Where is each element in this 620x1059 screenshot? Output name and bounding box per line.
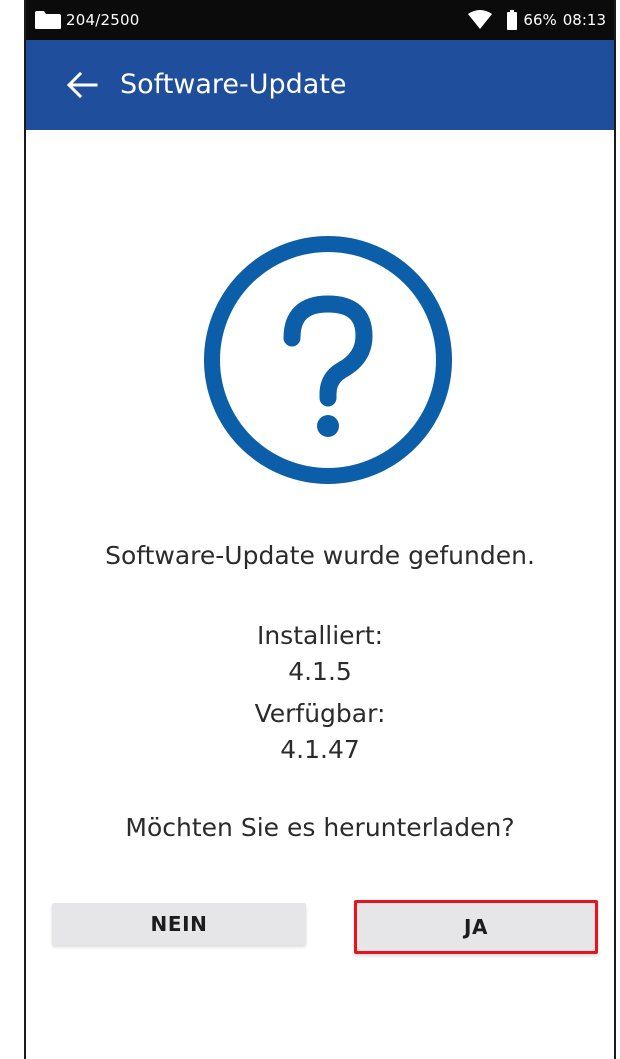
wifi-icon — [468, 10, 493, 29]
question-mark-circle-icon — [204, 236, 452, 484]
device-screen: 204/2500 66% 08:13 Software-Update Softw… — [24, 0, 616, 1059]
status-right: 66% 08:13 — [467, 9, 606, 31]
status-left: 204/2500 — [34, 9, 139, 31]
app-bar: Software-Update — [26, 40, 614, 130]
installed-label: Installiert: — [256, 621, 384, 650]
battery-icon — [507, 10, 518, 30]
yes-button[interactable]: JA — [354, 900, 598, 954]
no-button[interactable]: NEIN — [52, 903, 306, 945]
page-title: Software-Update — [120, 69, 347, 100]
storage-counter: 204/2500 — [66, 11, 140, 29]
battery-percent: 66% — [523, 11, 557, 29]
update-found-message: Software-Update wurde gefunden. — [105, 541, 535, 570]
status-bar: 204/2500 66% 08:13 — [26, 0, 614, 40]
download-prompt: Möchten Sie es herunterladen? — [125, 813, 515, 842]
arrow-left-icon — [66, 72, 98, 98]
back-button[interactable] — [64, 69, 100, 101]
clock: 08:13 — [562, 11, 606, 29]
folder-icon — [35, 11, 61, 29]
installed-version: 4.1.5 — [288, 657, 352, 686]
available-version: 4.1.47 — [280, 735, 360, 764]
available-label: Verfügbar: — [254, 699, 386, 728]
